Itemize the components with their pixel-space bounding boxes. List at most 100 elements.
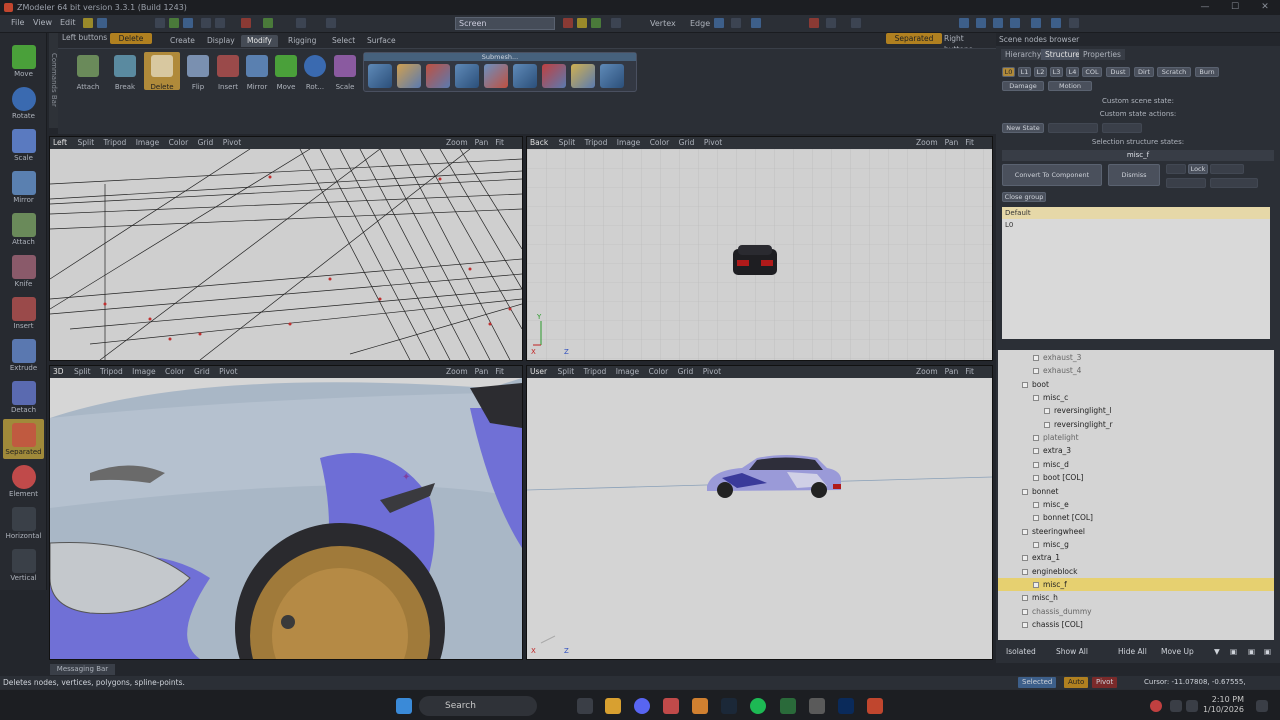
tree-node[interactable]: chassis [COL] [1022,618,1083,631]
tool-attach[interactable]: Attach [3,209,44,249]
tree-expander-icon[interactable] [1022,381,1028,388]
viewport-name[interactable]: Back [530,138,548,147]
tree-expander-icon[interactable] [1044,421,1050,428]
close-group-button[interactable]: Close group [1002,192,1046,202]
viewport-menu-split[interactable]: Split [559,138,576,147]
tree-expander-icon[interactable] [1022,595,1028,602]
messaging-bar-tab[interactable]: Messaging Bar [50,664,115,675]
steam-icon[interactable] [721,698,737,714]
maximize-button[interactable]: ☐ [1220,0,1250,15]
viewport-menu-split[interactable]: Split [74,367,91,376]
tree-node[interactable]: misc_c [1033,391,1068,404]
lod-chip-l0[interactable]: L0 [1002,67,1015,77]
viewport-menu-color[interactable]: Color [169,138,189,147]
tab-select[interactable]: Select [326,35,361,47]
discord-icon[interactable] [634,698,650,714]
viewport-menu-tripod[interactable]: Tripod [104,138,127,147]
submesh-split-icon[interactable] [455,64,479,88]
tree-expander-icon[interactable] [1033,355,1039,361]
tree-node[interactable]: misc_h [1022,591,1058,604]
zmodeler-taskbar-icon[interactable] [867,698,883,714]
tree-node[interactable]: exhaust_3 [1033,351,1081,364]
view-icon[interactable] [750,17,762,29]
undo-icon[interactable] [200,17,212,29]
lod-chip-l1[interactable]: L1 [1018,67,1031,77]
expand-icon[interactable]: ▣ [1230,647,1237,656]
viewport-pan[interactable]: Pan [945,138,959,147]
damage-dropdown[interactable]: Damage [1002,81,1044,91]
windows-start-icon[interactable] [396,698,412,714]
taskbar-clock[interactable]: 2:10 PM 1/10/2026 [1203,695,1244,715]
display-icon[interactable] [958,17,970,29]
tool-mirror[interactable]: Mirror [3,167,44,207]
viewport-menu-grid[interactable]: Grid [194,367,210,376]
tool-move[interactable]: Move [3,41,44,81]
submesh-paint-icon[interactable] [397,64,421,88]
lod-chip-l3[interactable]: L3 [1050,67,1063,77]
unlock-button[interactable] [1210,164,1244,174]
viewport-menu-tripod[interactable]: Tripod [584,367,607,376]
isolated-button[interactable]: Isolated [1006,647,1036,656]
viewport-pan[interactable]: Pan [945,367,959,376]
magnet-icon[interactable] [808,17,820,29]
tool-insert[interactable]: Insert [3,293,44,333]
hide-all-button[interactable]: Hide All [1118,647,1147,656]
photoshop-icon[interactable] [838,698,854,714]
chip-dirt[interactable]: Dirt [1134,67,1154,77]
terminal-icon[interactable] [780,698,796,714]
tree-expander-icon[interactable] [1033,515,1039,522]
submesh-weld-icon[interactable] [542,64,566,88]
delete-button[interactable]: Delete [144,52,180,91]
layout-icon[interactable] [325,17,337,29]
tree-node[interactable]: boot [COL] [1033,471,1083,484]
open-file-icon[interactable] [168,17,180,29]
attach-button[interactable]: Attach [75,55,101,91]
tree-node[interactable]: exhaust_4 [1033,364,1081,377]
menu-edit[interactable]: Edit [60,18,76,27]
submesh-smooth-icon[interactable] [600,64,624,88]
viewport-menu-color[interactable]: Color [650,138,670,147]
edge-mode[interactable]: Edge [690,19,710,28]
lod-chip-col[interactable]: COL [1082,67,1102,77]
cube-icon[interactable] [82,17,94,29]
y-axis-icon[interactable] [576,17,588,29]
lock-button[interactable]: Lock [1188,164,1208,174]
tree-expander-icon[interactable] [1033,435,1039,442]
show-all-button[interactable]: Show All [1056,647,1088,656]
notification-icon[interactable] [1256,700,1268,712]
tree-node[interactable]: boot [1022,378,1049,391]
selected-indicator[interactable]: Selected [1018,677,1057,688]
viewport-menu-grid[interactable]: Grid [678,367,694,376]
tree-expander-icon[interactable] [1033,395,1039,402]
tree-expander-icon[interactable] [1033,541,1039,548]
vertex-mode[interactable]: Vertex [650,19,676,28]
dismiss-button[interactable]: Dismiss [1108,164,1160,186]
gear-icon[interactable] [1068,17,1080,29]
tree-expander-icon[interactable] [1022,555,1028,562]
help-icon[interactable] [96,17,108,29]
render-icon[interactable] [240,17,252,29]
x-axis-icon[interactable] [562,17,574,29]
material-icon[interactable] [992,17,1004,29]
tool-element[interactable]: Element [3,461,44,501]
viewport-back[interactable]: Back Split Tripod Image Color Grid Pivot… [526,136,993,361]
tree-node[interactable]: bonnet [COL] [1033,511,1093,524]
tree-node[interactable]: platelight [1033,431,1079,444]
flip-button[interactable]: Flip [185,55,211,91]
tool-horizontal[interactable]: Horizontal [3,503,44,543]
tree-node[interactable]: extra_3 [1033,444,1071,457]
submesh-pick-icon[interactable] [484,64,508,88]
notepad-icon[interactable] [809,698,825,714]
viewport-fit[interactable]: Fit [965,367,974,376]
filter-icon[interactable]: ▣ [1264,647,1271,656]
open-button[interactable] [1166,164,1186,174]
tool-vertical[interactable]: Vertical [3,545,44,585]
states-list-row[interactable]: L0 [1002,219,1270,231]
tree-expander-icon[interactable] [1022,622,1028,628]
viewport-menu-tripod[interactable]: Tripod [100,367,123,376]
submesh-cut-icon[interactable] [513,64,537,88]
z-axis-icon[interactable] [590,17,602,29]
rotate-button[interactable]: Rot... [302,55,328,91]
viewport-menu-color[interactable]: Color [649,367,669,376]
tree-expander-icon[interactable] [1033,581,1039,588]
